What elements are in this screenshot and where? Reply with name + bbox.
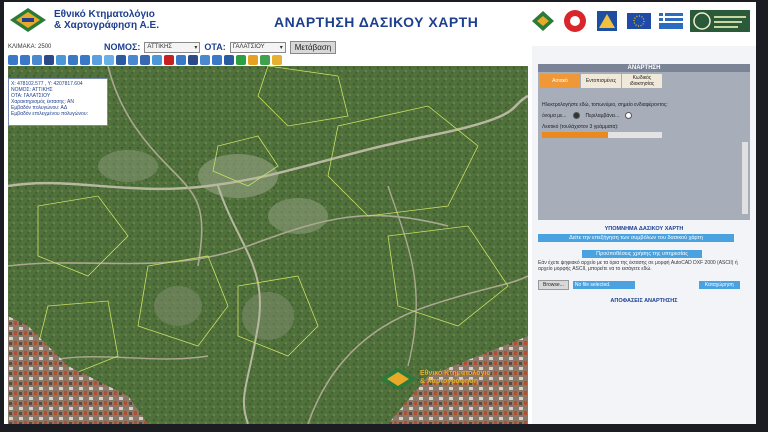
browse-button[interactable]: Browse... <box>538 280 569 290</box>
ota-value: ΓΑΛΑΤΣΙΟΥ <box>232 44 265 50</box>
filter-row: ΝΟΜΟΣ: ΑΤΤΙΚΗΣ ▾ ΟΤΑ: ΓΑΛΑΤΣΙΟΥ ▾ Μετάβα… <box>104 40 337 54</box>
zoom-in-icon[interactable] <box>8 55 18 65</box>
refresh-icon[interactable] <box>176 55 186 65</box>
coordinate-info-box: Χ: 478102.577 , Υ: 4207817.604 ΝΟΜΟΣ: ΑΤ… <box>8 78 108 126</box>
export-icon[interactable] <box>200 55 210 65</box>
page-title: ΑΝΑΡΤΗΣΗ ΔΑΣΙΚΟΥ ΧΑΡΤΗ <box>274 14 479 30</box>
eu-flag-icon <box>627 13 651 29</box>
go-button[interactable]: Μετάβαση <box>289 40 337 54</box>
partner-logos <box>530 6 750 36</box>
draw-line-icon[interactable] <box>152 55 162 65</box>
chevron-down-icon: ▾ <box>279 44 283 51</box>
forest-icon[interactable] <box>260 55 270 65</box>
measure-icon[interactable] <box>104 55 114 65</box>
browser-screen: Εθνικό Κτηματολόγιο & Χαρτογράφηση Α.Ε. … <box>4 2 756 424</box>
search-mode-radios: όνομα με... Περιλαμβάνει... <box>542 112 633 119</box>
watermark-text: Εθνικό Κτηματολόγιο & Χαρτογράφηση <box>420 370 491 386</box>
radio-label-2: Περιλαμβάνει... <box>585 112 620 119</box>
radio-starts-with[interactable] <box>572 112 580 119</box>
logo-text: Εθνικό Κτηματολόγιο & Χαρτογράφηση Α.Ε. <box>54 9 159 31</box>
program-logo-icon <box>690 10 750 32</box>
side-panel: ΑΝΑΡΤΗΣΗ Αιτιακό Εντοπισμένες Κωδικός ιδ… <box>532 46 756 424</box>
site-header: Εθνικό Κτηματολόγιο & Χαρτογράφηση Α.Ε. … <box>4 2 756 40</box>
select-icon[interactable] <box>128 55 138 65</box>
upload-instructions: Εάν έχετε ψηφιακό αρχείο με τα όρια της … <box>538 260 738 272</box>
search-hint: Λεκτικό (τουλάχιστον 3 γράμματα): <box>542 124 619 130</box>
radio-label-1: όνομα με... <box>542 112 567 119</box>
identify-icon[interactable] <box>92 55 102 65</box>
watermark-line-2: & Χαρτογράφηση <box>420 378 479 385</box>
polygon-icon[interactable] <box>140 55 150 65</box>
greek-flag-icon <box>659 13 683 29</box>
chevron-down-icon: ▾ <box>194 44 198 51</box>
conditions-button[interactable]: Προϋποθέσεις χρήσης της υπηρεσίας <box>582 250 702 258</box>
map-toolbar <box>8 54 308 66</box>
tree-icon[interactable] <box>236 55 246 65</box>
watermark-logo-icon <box>380 368 416 390</box>
search-input-fill <box>542 132 608 138</box>
tab-aitiako[interactable]: Αιτιακό <box>540 74 580 88</box>
panel-header: ΑΝΑΡΤΗΣΗ <box>538 64 750 72</box>
radio-contains[interactable] <box>625 112 633 119</box>
coord-line-6: Εμβαδόν επιλεγμένου πολυγώνου: <box>11 111 88 117</box>
at-sign-logo-icon <box>564 10 586 32</box>
search-icon[interactable] <box>212 55 222 65</box>
pan-icon[interactable] <box>56 55 66 65</box>
search-input-bar[interactable] <box>542 132 662 138</box>
file-upload-row: Browse... No file selected. Καταχώρηση <box>538 280 740 290</box>
nomos-select[interactable]: ΑΤΤΙΚΗΣ ▾ <box>144 41 201 53</box>
ota-label: ΟΤΑ: <box>204 42 226 52</box>
clear-icon[interactable] <box>164 55 174 65</box>
search-box: Αιτιακό Εντοπισμένες Κωδικός ιδιοκτησίας… <box>538 72 750 220</box>
layers-icon[interactable] <box>116 55 126 65</box>
brush-icon[interactable] <box>272 55 282 65</box>
next-extent-icon[interactable] <box>80 55 90 65</box>
submit-button[interactable]: Καταχώρηση <box>698 281 740 289</box>
ktimatologio-small-logo-icon <box>532 11 554 31</box>
ota-select[interactable]: ΓΑΛΑΤΣΙΟΥ ▾ <box>229 41 286 53</box>
print-icon[interactable] <box>188 55 198 65</box>
logo-line-2: & Χαρτογράφηση Α.Ε. <box>54 20 159 31</box>
file-name-field: No file selected. <box>572 281 635 289</box>
ktimatologio-logo-icon <box>10 8 46 32</box>
results-scrollbar[interactable] <box>742 142 748 214</box>
scale-label: ΚΛΙΜΑΚΑ: 2500 <box>8 44 52 50</box>
search-question: Ηλεκτρολογήστε εδώ, τοπωνύμιο, σημείο εν… <box>542 102 668 108</box>
ministry-logo-icon <box>597 11 617 31</box>
marker-icon[interactable] <box>248 55 258 65</box>
decisions-link[interactable]: ΑΠΟΦΑΣΕΙΣ ΑΝΑΡΤΗΣΗΣ <box>538 298 750 304</box>
tab-entopismenes[interactable]: Εντοπισμένες <box>581 74 621 88</box>
nomos-value: ΑΤΤΙΚΗΣ <box>147 44 173 50</box>
tab-kodikos[interactable]: Κωδικός ιδιοκτησίας <box>622 74 662 88</box>
zoom-out-icon[interactable] <box>20 55 30 65</box>
nomos-label: ΝΟΜΟΣ: <box>104 42 141 52</box>
logo-line-1: Εθνικό Κτηματολόγιο <box>54 9 155 20</box>
full-extent-icon[interactable] <box>44 55 54 65</box>
previous-extent-icon[interactable] <box>68 55 78 65</box>
zoom-box-icon[interactable] <box>32 55 42 65</box>
watermark-line-1: Εθνικό Κτηματολόγιο <box>420 370 491 377</box>
info-icon[interactable] <box>224 55 234 65</box>
search-tabs: Αιτιακό Εντοπισμένες Κωδικός ιδιοκτησίας <box>540 74 662 88</box>
legend-title: ΥΠΟΜΝΗΜΑ ΔΑΣΙΚΟΥ ΧΑΡΤΗ <box>604 226 684 232</box>
legend-button[interactable]: Δείτε την επεξήγηση των συμβόλων του δασ… <box>538 234 734 242</box>
